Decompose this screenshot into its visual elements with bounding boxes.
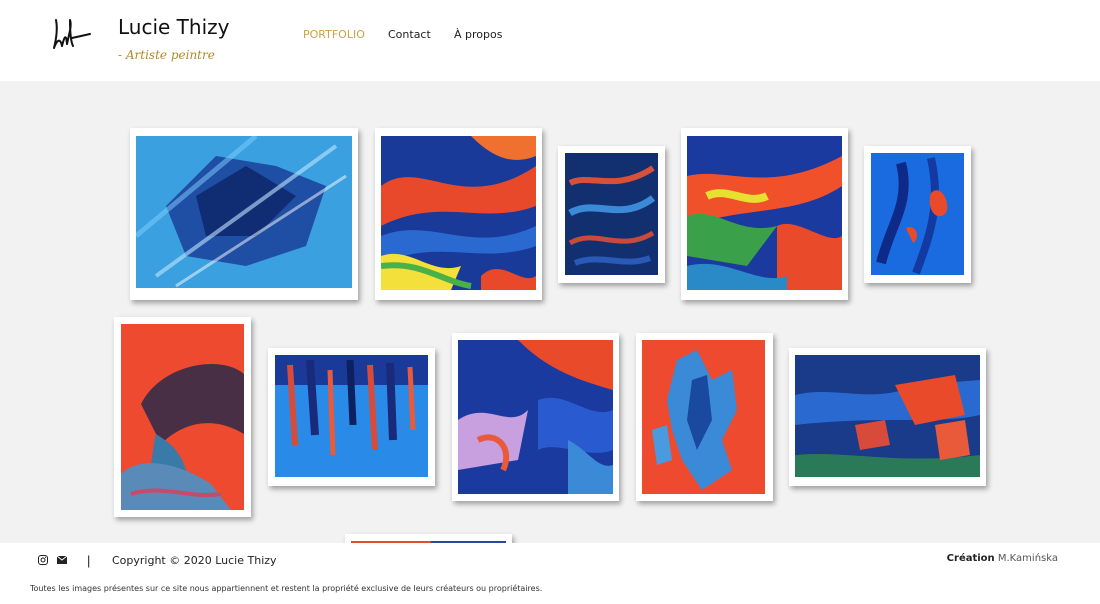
- painting-4[interactable]: [681, 128, 848, 300]
- painting-2[interactable]: [375, 128, 542, 300]
- painting-11[interactable]: [345, 534, 512, 543]
- painting-1[interactable]: [130, 128, 358, 300]
- footer-separator: |: [87, 553, 91, 568]
- painting-3[interactable]: [558, 146, 665, 283]
- site-header: Lucie Thizy - Artiste peintre PORTFOLIO …: [0, 0, 1100, 81]
- painting-7-image: [275, 355, 428, 477]
- copyright-text: Copyright © 2020 Lucie Thizy: [112, 554, 277, 567]
- mail-icon[interactable]: [56, 555, 68, 567]
- site-footer: | Copyright © 2020 Lucie Thizy Création …: [0, 543, 1100, 604]
- painting-6-image: [121, 324, 244, 510]
- painting-9-image: [642, 340, 765, 494]
- painting-8-image: [458, 340, 613, 494]
- instagram-icon[interactable]: [38, 555, 48, 568]
- creator-link[interactable]: M.Kamińska: [998, 553, 1058, 564]
- painting-10[interactable]: [789, 348, 986, 486]
- painting-9[interactable]: [636, 333, 773, 501]
- nav-portfolio[interactable]: PORTFOLIO: [303, 28, 365, 41]
- painting-7[interactable]: [268, 348, 435, 486]
- painting-5[interactable]: [864, 146, 971, 283]
- painting-10-image: [795, 355, 980, 477]
- painting-2-image: [381, 136, 536, 290]
- painting-4-image: [687, 136, 842, 290]
- painting-6[interactable]: [114, 317, 251, 517]
- painting-1-image: [136, 136, 352, 288]
- painting-5-image: [871, 153, 964, 275]
- site-title[interactable]: Lucie Thizy: [118, 15, 229, 39]
- nav-contact[interactable]: Contact: [388, 28, 431, 41]
- creation-credit: Création M.Kamińska: [947, 553, 1058, 564]
- painting-8[interactable]: [452, 333, 619, 501]
- creation-label: Création: [946, 553, 995, 564]
- painting-3-image: [565, 153, 658, 275]
- portfolio-gallery: [0, 81, 1100, 543]
- nav-about[interactable]: À propos: [454, 28, 502, 41]
- site-tagline: - Artiste peintre: [118, 48, 215, 62]
- copyright-disclaimer: Toutes les images présentes sur ce site …: [30, 584, 543, 593]
- signature-logo[interactable]: [50, 16, 94, 56]
